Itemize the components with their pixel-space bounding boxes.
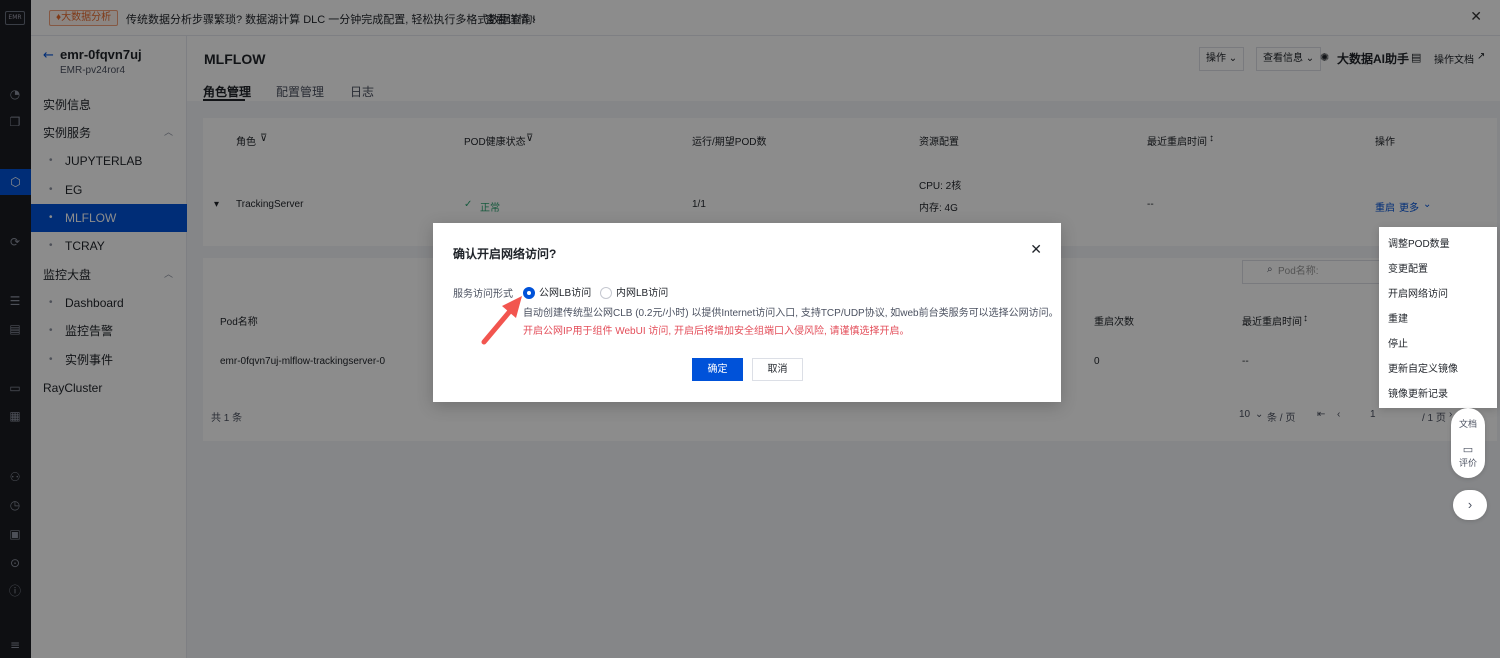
radio-public-lb[interactable]: 公网LB访问 [523,284,591,299]
floating-toolbar: 文档 ▭ 评价 [1451,408,1485,478]
confirm-button[interactable]: 确定 [692,358,743,381]
menu-item-enable-network[interactable]: 开启网络访问 [1388,285,1448,300]
public-lb-description: 自动创建传统型公网CLB (0.2元/小时) 以提供Internet访问入口, … [523,308,1059,319]
dialog-title: 确认开启网络访问? [453,247,557,261]
radio-public-label: 公网LB访问 [539,288,592,299]
menu-item-adjust-pods[interactable]: 调整POD数量 [1388,235,1450,250]
cancel-button[interactable]: 取消 [752,358,803,381]
radio-unchecked-icon [600,287,612,299]
comment-icon[interactable]: ▭ [1451,443,1485,456]
security-warning: 开启公网IP用于组件 WebUI 访问, 开启后将增加安全组端口入侵风险, 请谨… [523,326,910,337]
menu-item-stop[interactable]: 停止 [1388,335,1408,350]
radio-private-lb[interactable]: 内网LB访问 [600,284,668,299]
menu-item-rebuild[interactable]: 重建 [1388,310,1408,325]
close-icon[interactable]: ✕ [1030,242,1042,258]
menu-item-image-history[interactable]: 镜像更新记录 [1388,385,1448,400]
chevron-right-icon[interactable]: › [1453,490,1487,520]
doc-float-label[interactable]: 文档 [1451,417,1485,430]
annotation-arrow-icon [481,296,522,345]
menu-item-change-config[interactable]: 变更配置 [1388,260,1428,275]
radio-private-label: 内网LB访问 [616,288,669,299]
menu-item-update-image[interactable]: 更新自定义镜像 [1388,360,1458,375]
more-actions-menu: 调整POD数量 变更配置 开启网络访问 重建 停止 更新自定义镜像 镜像更新记录 [1379,227,1497,408]
review-float-label[interactable]: 评价 [1451,456,1485,469]
